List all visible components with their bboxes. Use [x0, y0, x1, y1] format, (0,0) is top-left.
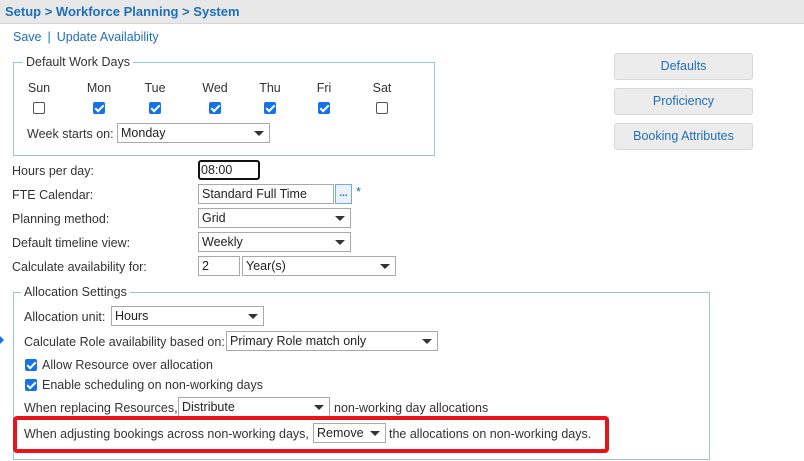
timeline-view-label: Default timeline view:: [12, 236, 131, 250]
calc-availability-unit-select[interactable]: Year(s): [242, 256, 396, 276]
highlight-box: [13, 416, 609, 453]
collapse-marker-icon: [0, 336, 4, 344]
chevron-down-icon: [335, 240, 345, 245]
default-work-days-legend: Default Work Days: [23, 55, 133, 69]
day-label-tue: Tue: [144, 81, 166, 95]
allow-over-allocation-checkbox[interactable]: [25, 359, 37, 371]
allow-over-allocation-label: Allow Resource over allocation: [42, 358, 213, 372]
enable-scheduling-checkbox[interactable]: [25, 379, 37, 391]
replacing-select[interactable]: Distribute: [178, 397, 330, 417]
defaults-button[interactable]: Defaults: [614, 53, 753, 80]
hours-per-day-label: Hours per day:: [12, 164, 94, 178]
chevron-down-icon: [335, 216, 345, 221]
checkbox-sat[interactable]: [376, 102, 388, 114]
replacing-prefix-label: When replacing Resources,: [24, 401, 178, 415]
fte-calendar-input[interactable]: Standard Full Time: [198, 184, 334, 204]
action-links: Save | Update Availability: [13, 30, 159, 44]
role-availability-label: Calculate Role availability based on:: [24, 335, 225, 349]
checkbox-thu[interactable]: [264, 102, 276, 114]
update-availability-link[interactable]: Update Availability: [57, 30, 159, 44]
day-label-thu: Thu: [259, 81, 281, 95]
week-starts-label: Week starts on:: [27, 127, 114, 141]
planning-method-label: Planning method:: [12, 212, 110, 226]
fte-lookup-button[interactable]: ...: [335, 184, 352, 204]
header-bar: Setup > Workforce Planning > System: [0, 0, 804, 24]
day-label-mon: Mon: [86, 81, 112, 95]
action-separator: |: [47, 30, 51, 44]
day-label-wed: Wed: [202, 81, 228, 95]
chevron-down-icon: [422, 339, 432, 344]
calc-availability-number-input[interactable]: 2: [198, 256, 240, 276]
chevron-down-icon: [254, 131, 264, 136]
allocation-unit-select[interactable]: Hours: [111, 306, 264, 326]
fte-calendar-label: FTE Calendar:: [12, 188, 94, 202]
calc-availability-label: Calculate availability for:: [12, 260, 147, 274]
day-label-fri: Fri: [316, 81, 332, 95]
save-link[interactable]: Save: [13, 30, 42, 44]
proficiency-button[interactable]: Proficiency: [614, 88, 753, 115]
chevron-down-icon: [248, 314, 258, 319]
enable-scheduling-label: Enable scheduling on non-working days: [42, 378, 263, 392]
calc-availability-unit-value: Year(s): [246, 259, 286, 273]
booking-attributes-button[interactable]: Booking Attributes: [614, 123, 753, 150]
checkbox-tue[interactable]: [149, 102, 161, 114]
planning-method-select[interactable]: Grid: [198, 208, 351, 228]
checkbox-wed[interactable]: [209, 102, 221, 114]
checkbox-sun[interactable]: [33, 102, 45, 114]
chevron-down-icon: [314, 405, 324, 410]
timeline-view-select[interactable]: Weekly: [198, 232, 351, 252]
week-starts-select[interactable]: Monday: [117, 123, 270, 143]
day-label-sun: Sun: [27, 81, 51, 95]
required-marker: *: [356, 184, 362, 199]
role-availability-select[interactable]: Primary Role match only: [226, 331, 438, 351]
allocation-unit-label: Allocation unit:: [24, 310, 106, 324]
replacing-suffix-label: non-working day allocations: [334, 401, 489, 415]
week-starts-value: Monday: [121, 126, 166, 140]
checkbox-mon[interactable]: [93, 102, 105, 114]
replacing-value: Distribute: [182, 400, 235, 414]
role-availability-value: Primary Role match only: [230, 334, 367, 348]
breadcrumb: Setup > Workforce Planning > System: [5, 4, 240, 19]
allocation-unit-value: Hours: [115, 309, 149, 323]
allocation-settings-legend: Allocation Settings: [21, 285, 130, 299]
chevron-down-icon: [380, 264, 390, 269]
hours-per-day-input[interactable]: 08:00: [198, 160, 260, 180]
day-label-sat: Sat: [372, 81, 392, 95]
planning-method-value: Grid: [202, 211, 226, 225]
checkbox-fri[interactable]: [318, 102, 330, 114]
timeline-view-value: Weekly: [202, 235, 243, 249]
